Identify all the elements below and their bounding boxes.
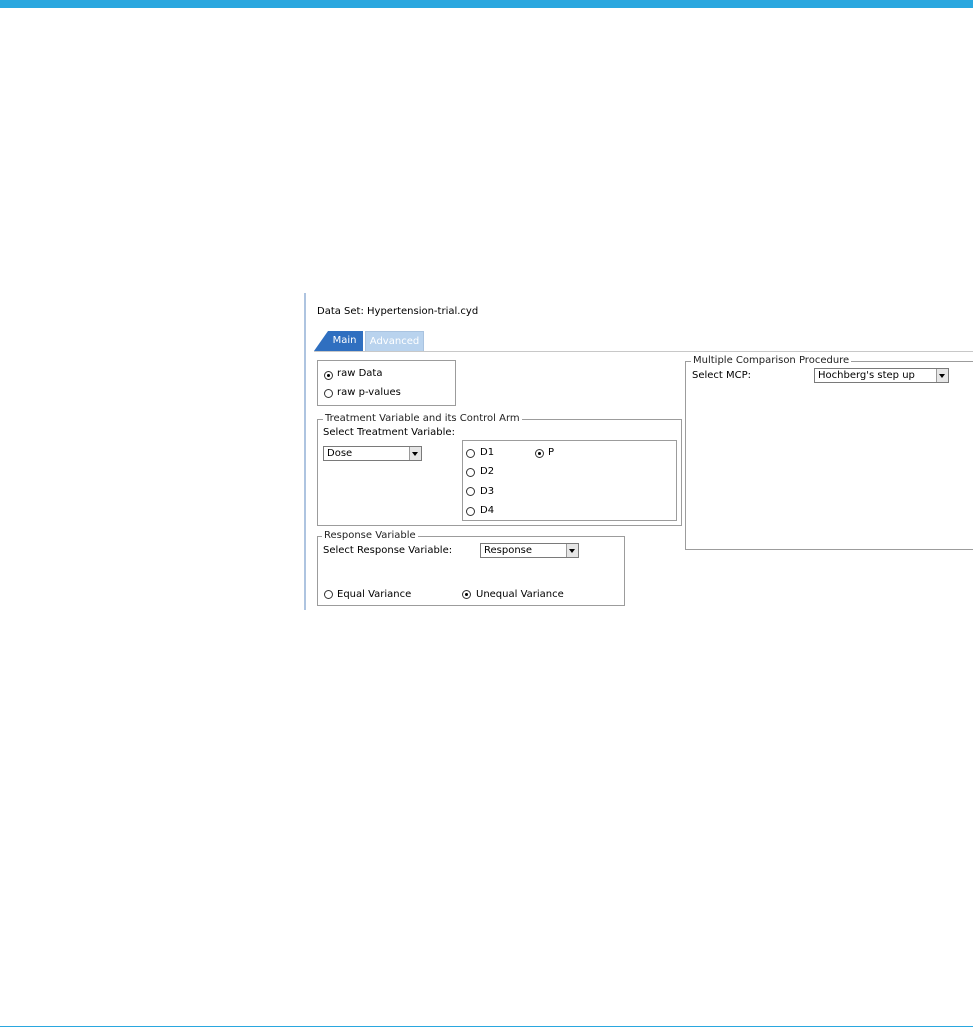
- panel-left-edge: [304, 293, 306, 610]
- input-type-group: [317, 360, 456, 406]
- level-d4-radio[interactable]: [466, 507, 475, 516]
- equal-variance-radio[interactable]: [324, 590, 333, 599]
- tab-main[interactable]: Main: [314, 331, 363, 351]
- response-select-value: Response: [484, 545, 533, 556]
- treatment-levels-box: [462, 440, 677, 521]
- equal-variance-label: Equal Variance: [337, 589, 412, 600]
- level-d4-label: D4: [480, 505, 495, 516]
- mcp-select-label: Select MCP:: [692, 370, 752, 381]
- chevron-down-icon[interactable]: [566, 544, 578, 557]
- mcp-select[interactable]: Hochberg's step up: [814, 368, 949, 383]
- level-p-radio[interactable]: [535, 449, 544, 458]
- dataset-label: Data Set: Hypertension-trial.cyd: [317, 306, 479, 317]
- mcp-group: [685, 361, 973, 550]
- level-d2-radio[interactable]: [466, 468, 475, 477]
- level-p-label: P: [548, 447, 555, 458]
- bottom-accent-line: [0, 1026, 973, 1027]
- treatment-select-value: Dose: [327, 448, 353, 459]
- level-d2-label: D2: [480, 466, 495, 477]
- top-accent-bar: [0, 0, 973, 8]
- response-variable-select[interactable]: Response: [480, 543, 579, 558]
- level-d1-radio[interactable]: [466, 449, 475, 458]
- raw-data-label: raw Data: [337, 368, 383, 379]
- unequal-variance-radio[interactable]: [462, 590, 471, 599]
- chevron-down-icon[interactable]: [936, 369, 948, 382]
- raw-data-radio[interactable]: [324, 371, 333, 380]
- level-d3-radio[interactable]: [466, 487, 475, 496]
- tab-advanced[interactable]: Advanced: [365, 331, 424, 351]
- treatment-variable-select[interactable]: Dose: [323, 446, 422, 461]
- treatment-select-label: Select Treatment Variable:: [323, 427, 455, 438]
- mcp-legend: Multiple Comparison Procedure: [691, 355, 852, 367]
- treatment-legend: Treatment Variable and its Control Arm: [323, 413, 522, 425]
- mcp-select-value: Hochberg's step up: [818, 370, 915, 381]
- unequal-variance-label: Unequal Variance: [476, 589, 564, 600]
- level-d3-label: D3: [480, 486, 495, 497]
- response-select-label: Select Response Variable:: [323, 545, 453, 556]
- chevron-down-icon[interactable]: [409, 447, 421, 460]
- level-d1-label: D1: [480, 447, 495, 458]
- raw-pvalues-radio[interactable]: [324, 389, 333, 398]
- response-legend: Response Variable: [322, 530, 418, 542]
- raw-pvalues-label: raw p-values: [337, 387, 401, 398]
- tab-divider: [314, 351, 973, 352]
